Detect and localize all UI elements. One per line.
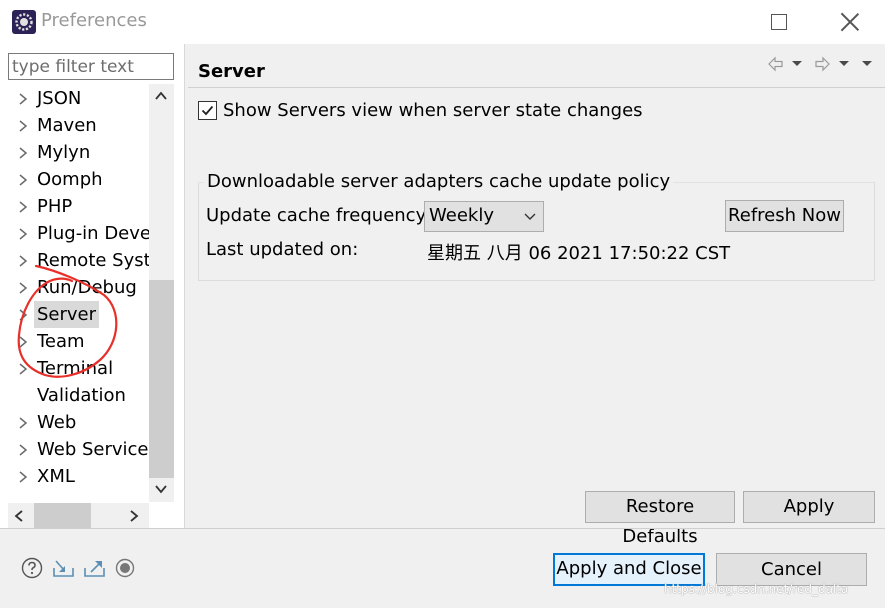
- restore-defaults-button[interactable]: Restore Defaults: [585, 491, 735, 547]
- tree-item-json[interactable]: JSON: [0, 85, 149, 112]
- back-history-dropdown-icon[interactable]: [792, 61, 802, 66]
- watermark-url: https://blog.csdn.net/red_dalta: [664, 582, 849, 596]
- cache-policy-group-title: Downloadable server adapters cache updat…: [204, 171, 674, 192]
- tree-item-label: Server: [34, 301, 100, 328]
- record-icon[interactable]: [115, 558, 135, 578]
- footer-separator: [0, 528, 885, 529]
- tree-item-label: Team: [37, 331, 85, 352]
- show-servers-label: Show Servers view when server state chan…: [223, 100, 643, 121]
- chevron-right-icon[interactable]: [18, 282, 28, 294]
- window-title: Preferences: [41, 10, 147, 31]
- forward-arrow-icon[interactable]: [815, 56, 830, 72]
- page-navigation-controls: [768, 56, 872, 72]
- tree-item-maven[interactable]: Maven: [0, 112, 149, 139]
- back-arrow-icon[interactable]: [768, 56, 783, 72]
- chevron-right-icon[interactable]: [18, 201, 28, 213]
- pane-divider[interactable]: [184, 44, 185, 528]
- update-frequency-select[interactable]: Weekly: [424, 201, 544, 232]
- tree-item-label: Oomph: [37, 169, 103, 190]
- tree-item-label: PHP: [37, 196, 73, 217]
- tree-item-xml[interactable]: XML: [0, 463, 149, 490]
- tree-item-php[interactable]: PHP: [0, 193, 149, 220]
- eclipse-app-icon: [12, 10, 36, 34]
- forward-history-dropdown-icon[interactable]: [839, 61, 849, 66]
- tree-item-label: Validation: [37, 385, 126, 406]
- close-button[interactable]: [840, 11, 860, 33]
- import-icon[interactable]: [52, 557, 75, 579]
- page-title: Server: [198, 61, 265, 82]
- tree-item-validation[interactable]: Validation: [0, 382, 149, 409]
- horizontal-scroll-thumb[interactable]: [34, 503, 91, 528]
- maximize-button[interactable]: [771, 14, 787, 30]
- filter-input[interactable]: [8, 53, 174, 80]
- tree-item-oomph[interactable]: Oomph: [0, 166, 149, 193]
- last-updated-value: 星期五 八月 06 2021 17:50:22 CST: [427, 243, 731, 264]
- tree-item-team[interactable]: Team: [0, 328, 149, 355]
- update-frequency-value: Weekly: [429, 205, 494, 226]
- chevron-right-icon[interactable]: [18, 309, 28, 321]
- tree-item-label: Run/Debug: [37, 277, 137, 298]
- scroll-right-icon[interactable]: [125, 507, 143, 525]
- chevron-right-icon[interactable]: [18, 471, 28, 483]
- tree-item-web[interactable]: Web: [0, 409, 149, 436]
- chevron-right-icon[interactable]: [18, 363, 28, 375]
- tree-vertical-scrollbar[interactable]: [149, 84, 174, 502]
- tree-item-label: Web: [37, 412, 77, 433]
- chevron-right-icon[interactable]: [18, 444, 28, 456]
- tree-item-label: Plug-in Deve: [37, 223, 149, 244]
- tree-item-remote-syste[interactable]: Remote Syste: [0, 247, 149, 274]
- scroll-down-icon[interactable]: [152, 480, 170, 498]
- tree-item-label: Maven: [37, 115, 97, 136]
- tree-item-label: XML: [37, 466, 75, 487]
- refresh-now-button[interactable]: Refresh Now: [725, 200, 844, 232]
- chevron-down-icon: [524, 213, 536, 220]
- tree-item-plug-in-deve[interactable]: Plug-in Deve: [0, 220, 149, 247]
- chevron-right-icon[interactable]: [18, 255, 28, 267]
- show-servers-checkbox[interactable]: [198, 101, 217, 120]
- chevron-right-icon[interactable]: [18, 336, 28, 348]
- tree-item-label: Remote Syste: [37, 250, 149, 271]
- checkmark-icon: [201, 105, 214, 116]
- view-menu-icon[interactable]: [862, 61, 872, 66]
- chevron-right-icon[interactable]: [18, 228, 28, 240]
- header-separator: [188, 87, 885, 88]
- preference-tree: JSON Maven Mylyn Oomph PHP Plug-in Deve Remote…: [0, 85, 149, 504]
- tree-item-label: JSON: [37, 88, 82, 109]
- chevron-right-icon[interactable]: [18, 93, 28, 105]
- scroll-up-icon[interactable]: [152, 87, 170, 105]
- tree-horizontal-scrollbar[interactable]: [8, 503, 149, 528]
- scroll-left-icon[interactable]: [10, 507, 28, 525]
- update-frequency-label: Update cache frequency:: [206, 205, 431, 226]
- chevron-right-icon[interactable]: [18, 147, 28, 159]
- apply-button[interactable]: Apply: [743, 491, 875, 523]
- chevron-right-icon[interactable]: [18, 120, 28, 132]
- chevron-right-icon[interactable]: [18, 417, 28, 429]
- tree-item-terminal[interactable]: Terminal: [0, 355, 149, 382]
- last-updated-label: Last updated on:: [206, 239, 359, 260]
- chevron-right-icon[interactable]: [18, 174, 28, 186]
- tree-item-label: Terminal: [37, 358, 114, 379]
- tree-item-mylyn[interactable]: Mylyn: [0, 139, 149, 166]
- vertical-scroll-thumb[interactable]: [149, 280, 174, 478]
- tree-item-label: Web Services: [37, 439, 149, 460]
- tree-item-web-services[interactable]: Web Services: [0, 436, 149, 463]
- tree-item-run-debug[interactable]: Run/Debug: [0, 274, 149, 301]
- export-icon[interactable]: [83, 557, 106, 579]
- help-icon[interactable]: [21, 557, 43, 579]
- tree-item-server[interactable]: Server: [0, 301, 149, 328]
- tree-item-label: Mylyn: [37, 142, 91, 163]
